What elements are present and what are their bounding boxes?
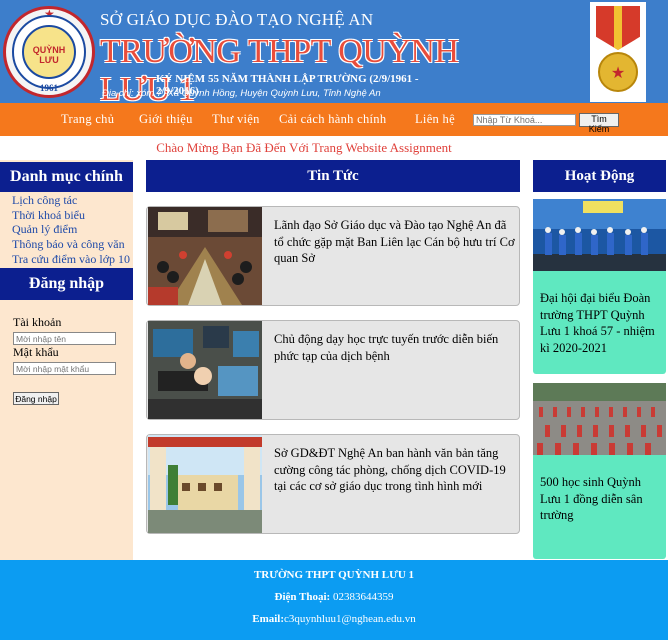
menu-link-grade10-lookup[interactable]: Tra cứu điểm vào lớp 10 (12, 252, 130, 267)
news-title: Tin Tức (146, 160, 520, 192)
welcome-text: Chào Mừng Bạn Đã Đến Với Trang Website A… (156, 140, 452, 155)
email-label: Email: (252, 613, 285, 625)
footer-email: Email:c3quynhluu1@nghean.edu.vn (0, 613, 668, 625)
logo-text: QUỲNH LƯU (32, 45, 66, 65)
main-menu-title: Danh mục chính (0, 162, 133, 192)
school-address: Địa chỉ: xóm 7, Xã Quỳnh Hồng, Huyện Quỳ… (102, 88, 381, 99)
activity-image[interactable] (533, 383, 666, 455)
news-headline[interactable]: Chủ động dạy học trực tuyến trước diễn b… (274, 331, 516, 364)
menu-link-notices[interactable]: Thông báo và công văn (12, 237, 125, 252)
welcome-bar: Chào Mừng Bạn Đã Đến Với Trang Website A… (0, 136, 668, 160)
phone-label: Điện Thoại: (274, 591, 331, 603)
news-thumbnail[interactable] (148, 321, 262, 419)
news-thumbnail[interactable] (148, 435, 262, 533)
header-banner: ★ QUỲNH LƯU 1961 SỞ GIÁO DỤC ĐÀO TẠO NGH… (0, 0, 668, 108)
footer-phone: Điện Thoại: 02383644359 (0, 591, 668, 603)
activity-caption[interactable]: 500 học sinh Quỳnh Lưu 1 đồng diễn sân t… (540, 474, 662, 524)
activity-card[interactable]: 500 học sinh Quỳnh Lưu 1 đồng diễn sân t… (533, 383, 666, 559)
nav-about[interactable]: Giới thiệu (139, 112, 193, 127)
nav-library[interactable]: Thư viện (212, 112, 260, 127)
login-title: Đăng nhập (0, 268, 133, 300)
username-label: Tài khoản (13, 315, 62, 329)
menu-link-timetable[interactable]: Thời khoá biểu (12, 208, 85, 223)
medal-emblem-icon: ★ (590, 2, 646, 102)
nav-home[interactable]: Trang chủ (61, 112, 114, 127)
news-card[interactable]: Lãnh đạo Sở Giáo dục và Đào tạo Nghệ An … (146, 206, 520, 306)
department-name: SỞ GIÁO DỤC ĐÀO TẠO NGHỆ AN (100, 10, 374, 29)
email-address[interactable]: c3quynhluu1@nghean.edu.vn (284, 613, 416, 625)
username-input[interactable] (13, 332, 116, 345)
news-headline[interactable]: Lãnh đạo Sở Giáo dục và Đào tạo Nghệ An … (274, 217, 516, 267)
footer-school-name: TRƯỜNG THPT QUỲNH LƯU 1 (253, 569, 415, 581)
news-card[interactable]: Chủ động dạy học trực tuyến trước diễn b… (146, 320, 520, 420)
password-label: Mật khẩu (13, 345, 59, 359)
nav-contact[interactable]: Liên hệ (415, 112, 455, 127)
banner-main: ★ QUỲNH LƯU 1961 SỞ GIÁO DỤC ĐÀO TẠO NGH… (0, 0, 462, 108)
left-sidebar: Danh mục chính Lịch công tác Thời khoá b… (0, 160, 133, 560)
news-headline[interactable]: Sở GD&ĐT Nghệ An ban hành văn bản tăng c… (274, 445, 516, 495)
news-thumbnail[interactable] (148, 207, 262, 305)
activity-card[interactable]: Đại hội đại biểu Đoàn trường THPT Quỳnh … (533, 199, 666, 374)
search-input[interactable] (473, 114, 576, 126)
activities-title: Hoạt Động (533, 160, 666, 192)
menu-link-schedule[interactable]: Lịch công tác (12, 193, 77, 208)
phone-number: 02383644359 (330, 591, 394, 603)
activity-image[interactable] (533, 199, 666, 271)
footer: TRƯỜNG THPT QUỲNH LƯU 1 Điện Thoại: 0238… (0, 560, 668, 640)
activity-caption[interactable]: Đại hội đại biểu Đoàn trường THPT Quỳnh … (540, 290, 662, 356)
search-button[interactable]: Tìm Kiếm (579, 113, 619, 134)
nav-admin-reform[interactable]: Cải cách hành chính (279, 112, 386, 127)
password-input[interactable] (13, 362, 116, 375)
school-logo[interactable]: ★ QUỲNH LƯU 1961 (3, 6, 95, 98)
login-button[interactable]: Đăng nhập (13, 392, 59, 405)
menu-link-grades[interactable]: Quản lý điểm (12, 222, 77, 237)
news-card[interactable]: Sở GD&ĐT Nghệ An ban hành văn bản tăng c… (146, 434, 520, 534)
logo-year: 1961 (40, 83, 58, 93)
